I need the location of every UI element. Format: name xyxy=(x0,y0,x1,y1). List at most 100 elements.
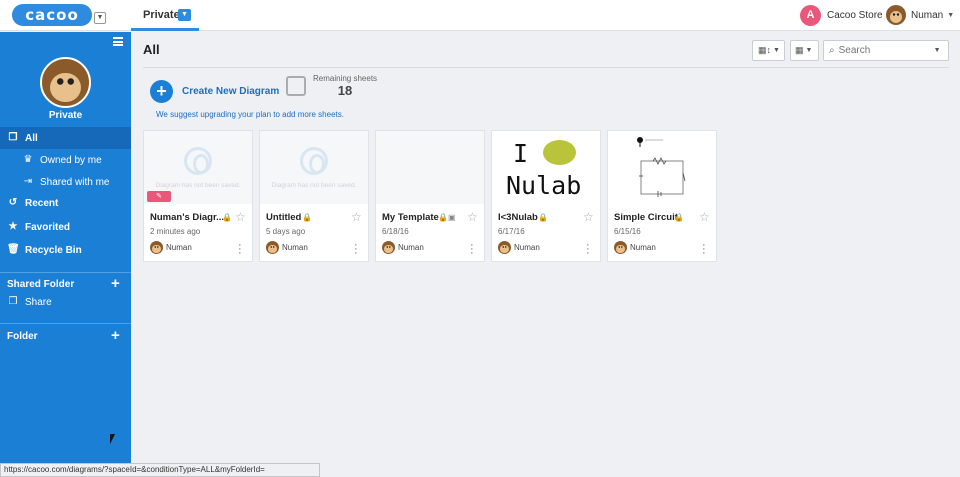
shared-folder-heading: Shared Folder xyxy=(7,279,75,290)
sort-filter-button[interactable]: ▦↕ ▼ xyxy=(752,40,785,61)
diagram-card[interactable]: Diagram has not been saved. ✎ Numan's Di… xyxy=(143,130,253,262)
divider xyxy=(143,67,949,68)
user-name: Numan xyxy=(911,9,944,21)
diagram-owner: Numan xyxy=(266,241,308,254)
avatar xyxy=(382,241,395,254)
diagram-name[interactable]: Untitled xyxy=(266,212,301,223)
remaining-label: Remaining sheets xyxy=(313,74,378,83)
thumbnail-text: I xyxy=(513,139,529,168)
avatar xyxy=(886,5,906,25)
diagram-thumbnail[interactable] xyxy=(376,131,484,204)
cacoo-logo[interactable]: cacoo xyxy=(12,4,92,26)
diagram-owner: Numan xyxy=(614,241,656,254)
search-input[interactable] xyxy=(838,45,934,56)
view-mode-button[interactable]: ▦ ▼ xyxy=(790,40,819,61)
unsaved-notice: Diagram has not been saved. xyxy=(155,182,241,189)
diagram-name[interactable]: My Template xyxy=(382,212,439,223)
tab-private-space[interactable]: Private ▼ xyxy=(131,0,199,31)
cacoo-placeholder-icon xyxy=(300,147,328,175)
more-options-icon[interactable]: · · · xyxy=(354,240,358,259)
diagram-thumbnail[interactable]: Diagram has not been saved. xyxy=(260,131,368,204)
avatar xyxy=(498,241,511,254)
sidebar-item-label: Owned by me xyxy=(40,154,102,166)
create-label: Create New Diagram xyxy=(182,86,280,97)
history-icon: ↺ xyxy=(8,197,18,208)
diagram-thumbnail[interactable] xyxy=(608,131,716,204)
mouse-cursor xyxy=(110,434,115,444)
user-menu[interactable]: Numan ▼ xyxy=(886,4,954,26)
add-shared-folder-button[interactable]: + xyxy=(111,276,120,291)
app-menu-dropdown-icon[interactable]: ▼ xyxy=(94,12,106,24)
lock-icon: 🔒 xyxy=(222,213,232,222)
shared-user-icon: ⇥ xyxy=(23,176,33,187)
diagram-card[interactable]: Simple Circuit 🔒 ☆ 6/15/16 Numan · · · xyxy=(607,130,717,262)
diagram-owner: Numan xyxy=(382,241,424,254)
sidebar-item-label: Recent xyxy=(25,197,59,209)
avatar xyxy=(614,241,627,254)
sidebar-item-recycle-bin[interactable]: 🗑 Recycle Bin xyxy=(0,239,131,261)
sidebar-item-label: All xyxy=(25,132,38,144)
more-options-icon[interactable]: · · · xyxy=(586,240,590,259)
diagram-card[interactable]: I Nulab I<3Nulab 🔒 ☆ 6/17/16 Numan · · · xyxy=(491,130,601,262)
owner-name: Numan xyxy=(282,243,308,252)
sidebar-item-label: Recycle Bin xyxy=(25,244,82,256)
diagram-thumbnail[interactable]: I Nulab xyxy=(492,131,600,204)
diagram-name[interactable]: Numan's Diagr... xyxy=(150,212,224,223)
more-options-icon[interactable]: · · · xyxy=(702,240,706,259)
sidebar-item-recent[interactable]: ↺ Recent xyxy=(0,192,131,214)
menu-icon[interactable] xyxy=(113,37,123,46)
diagram-card[interactable]: My Template 🔒 ▣ ☆ 6/18/16 Numan · · · xyxy=(375,130,485,262)
chevron-down-icon[interactable]: ▼ xyxy=(934,47,941,54)
diagram-date: 6/15/16 xyxy=(614,227,641,236)
create-new-diagram-button[interactable]: + Create New Diagram xyxy=(150,80,279,103)
star-icon[interactable]: ☆ xyxy=(583,210,594,224)
search-field[interactable]: ⌕ ▼ xyxy=(823,40,949,61)
plus-icon: + xyxy=(150,80,173,103)
all-diagrams-icon: ❐ xyxy=(8,132,18,143)
sidebar-item-favorited[interactable]: ★ Favorited xyxy=(0,216,131,238)
star-icon[interactable]: ☆ xyxy=(235,210,246,224)
space-name: Private xyxy=(48,110,83,121)
lock-icon: 🔒 xyxy=(674,213,684,222)
search-icon: ⌕ xyxy=(829,45,835,56)
lock-icon: 🔒 xyxy=(538,213,548,222)
diagram-date: 6/18/16 xyxy=(382,227,409,236)
sidebar: Private ❐ All ♛ Owned by me ⇥ Shared wit… xyxy=(0,32,131,464)
space-dropdown-icon[interactable]: ▼ xyxy=(178,9,191,21)
diagram-date: 2 minutes ago xyxy=(150,227,201,236)
diagram-name[interactable]: I<3Nulab xyxy=(498,212,538,223)
diagram-thumbnail[interactable]: Diagram has not been saved. ✎ xyxy=(144,131,252,204)
pencil-icon[interactable]: ✎ xyxy=(147,191,171,202)
circuit-thumbnail-icon xyxy=(637,137,686,197)
more-options-icon[interactable]: · · · xyxy=(470,240,474,259)
store-icon: A xyxy=(800,4,821,26)
owner-name: Numan xyxy=(514,243,540,252)
sidebar-item-share[interactable]: ❐ Share xyxy=(0,291,131,313)
sidebar-item-label: Shared with me xyxy=(40,176,110,188)
sidebar-item-shared-with-me[interactable]: ⇥ Shared with me xyxy=(0,171,131,193)
more-options-icon[interactable]: · · · xyxy=(238,240,242,259)
page-title: All xyxy=(143,42,160,57)
star-icon[interactable]: ☆ xyxy=(351,210,362,224)
avatar xyxy=(266,241,279,254)
sidebar-item-all[interactable]: ❐ All xyxy=(0,127,131,149)
main-content: All ▦↕ ▼ ▦ ▼ ⌕ ▼ + Create New Diagram Re… xyxy=(131,32,960,477)
add-folder-button[interactable]: + xyxy=(111,328,120,343)
lock-icon: 🔒 xyxy=(438,213,448,222)
star-icon[interactable]: ☆ xyxy=(699,210,710,224)
sidebar-item-owned-by-me[interactable]: ♛ Owned by me xyxy=(0,149,131,171)
chevron-down-icon: ▼ xyxy=(947,11,955,19)
star-icon[interactable]: ☆ xyxy=(467,210,478,224)
space-tab-label: Private xyxy=(143,9,180,21)
diagram-owner: Numan xyxy=(498,241,540,254)
nulab-heart-logo xyxy=(543,140,576,165)
divider xyxy=(0,272,131,273)
diagram-name[interactable]: Simple Circuit xyxy=(614,212,678,223)
cacoo-store-link[interactable]: A Cacoo Store xyxy=(800,4,883,26)
owner-name: Numan xyxy=(630,243,656,252)
diagram-date: 5 days ago xyxy=(266,227,306,236)
sidebar-item-label: Favorited xyxy=(25,221,71,233)
remaining-count: 18 xyxy=(337,83,353,98)
diagram-card[interactable]: Diagram has not been saved. Untitled 🔒 ☆… xyxy=(259,130,369,262)
upgrade-link[interactable]: We suggest upgrading your plan to add mo… xyxy=(156,110,344,119)
